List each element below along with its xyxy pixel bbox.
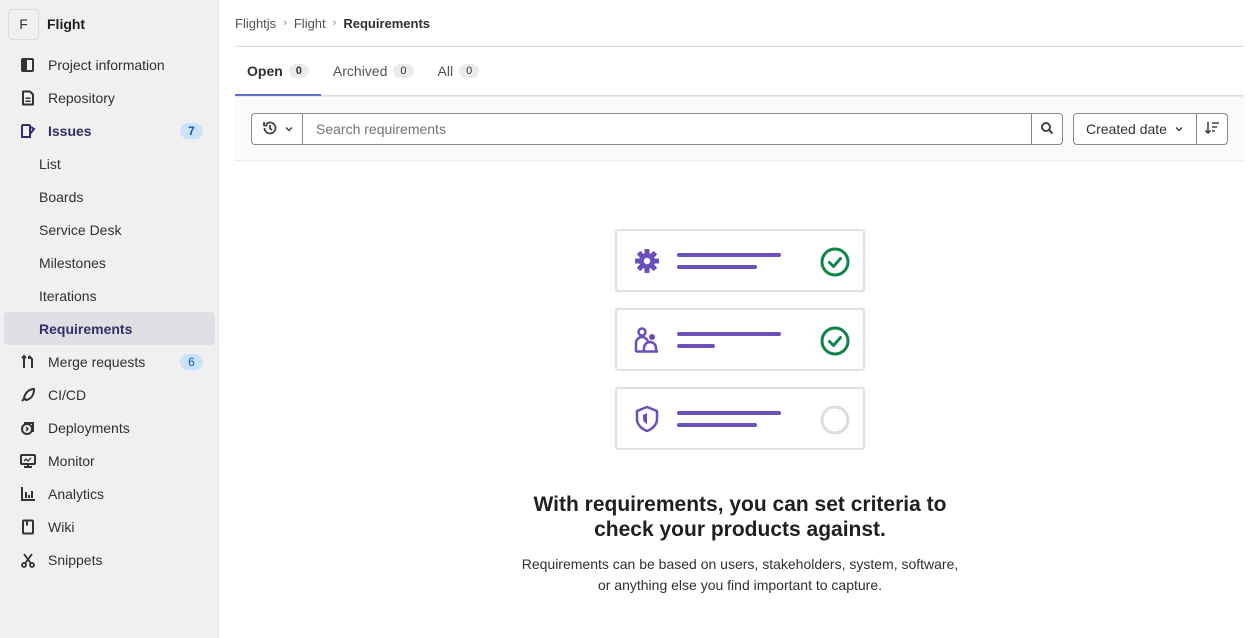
sidebar-item-list[interactable]: List bbox=[4, 147, 215, 180]
sidebar-item-label: Requirements bbox=[39, 320, 133, 337]
sidebar-item-label: Snippets bbox=[48, 551, 103, 568]
scissors-icon bbox=[20, 552, 36, 568]
users-icon bbox=[634, 327, 658, 353]
tab-count-badge: 0 bbox=[393, 63, 414, 78]
chevron-down-icon bbox=[1174, 121, 1184, 137]
sort-descending-icon bbox=[1204, 120, 1220, 139]
sidebar-item-merge-requests[interactable]: Merge requests 6 bbox=[4, 345, 215, 378]
main-content: Flightjs › Flight › Requirements Open 0 … bbox=[235, 0, 1244, 161]
sidebar-item-issues[interactable]: Issues 7 bbox=[4, 114, 215, 147]
project-icon bbox=[20, 57, 36, 73]
sidebar-item-label: Analytics bbox=[48, 485, 105, 502]
sidebar-item-service-desk[interactable]: Service Desk bbox=[4, 213, 215, 246]
sidebar-item-label: List bbox=[39, 155, 61, 172]
tab-count-badge: 0 bbox=[288, 63, 309, 78]
project-name[interactable]: Flight bbox=[47, 16, 85, 32]
sidebar: F Flight Project information Repository … bbox=[0, 0, 219, 638]
shield-icon bbox=[635, 405, 659, 433]
placeholder-line bbox=[677, 265, 757, 269]
issues-count-badge: 7 bbox=[180, 123, 203, 139]
sidebar-item-label: Issues bbox=[48, 122, 92, 139]
deployments-icon bbox=[20, 420, 36, 436]
filter-bar: Created date bbox=[235, 96, 1244, 161]
tab-all[interactable]: All 0 bbox=[426, 47, 492, 96]
empty-state-description: Requirements can be based on users, stak… bbox=[521, 556, 959, 593]
sidebar-item-label: Service Desk bbox=[39, 221, 122, 238]
tab-label: Archived bbox=[332, 62, 388, 79]
sidebar-item-label: Deployments bbox=[48, 419, 130, 436]
tab-count-badge: 0 bbox=[459, 63, 480, 78]
placeholder-line bbox=[677, 423, 757, 427]
sidebar-nav: Project information Repository Issues 7 … bbox=[0, 48, 219, 576]
illustration-card bbox=[615, 387, 865, 450]
illustration-card bbox=[615, 308, 865, 371]
illustration-card bbox=[615, 229, 865, 292]
search-input[interactable] bbox=[302, 113, 1032, 145]
tab-label: Open bbox=[247, 62, 283, 79]
tab-label: All bbox=[437, 62, 454, 79]
sidebar-item-label: CI/CD bbox=[48, 386, 87, 403]
empty-state-illustration bbox=[615, 229, 865, 466]
chevron-right-icon: › bbox=[332, 17, 337, 29]
project-avatar: F bbox=[8, 8, 39, 40]
sort-by-dropdown[interactable]: Created date bbox=[1073, 113, 1197, 145]
merge-requests-count-badge: 6 bbox=[180, 354, 203, 370]
breadcrumb-link[interactable]: Flightjs bbox=[235, 16, 276, 31]
sidebar-item-milestones[interactable]: Milestones bbox=[4, 246, 215, 279]
history-icon bbox=[262, 120, 278, 139]
book-icon bbox=[20, 519, 36, 535]
chart-icon bbox=[20, 486, 36, 502]
placeholder-line bbox=[677, 411, 781, 415]
chevron-down-icon bbox=[284, 121, 294, 137]
empty-circle-icon bbox=[820, 405, 850, 435]
sort-label: Created date bbox=[1086, 121, 1167, 137]
recent-searches-button[interactable] bbox=[251, 113, 303, 145]
sidebar-item-label: Milestones bbox=[39, 254, 106, 271]
sidebar-item-project-information[interactable]: Project information bbox=[4, 48, 215, 81]
sidebar-item-deployments[interactable]: Deployments bbox=[4, 411, 215, 444]
check-circle-icon bbox=[820, 247, 850, 277]
sidebar-item-boards[interactable]: Boards bbox=[4, 180, 215, 213]
sort-direction-button[interactable] bbox=[1196, 113, 1228, 145]
sidebar-item-monitor[interactable]: Monitor bbox=[4, 444, 215, 477]
search-button[interactable] bbox=[1031, 113, 1063, 145]
breadcrumb: Flightjs › Flight › Requirements bbox=[235, 0, 1244, 47]
sidebar-item-requirements[interactable]: Requirements bbox=[4, 312, 215, 345]
search-icon bbox=[1040, 121, 1054, 138]
sidebar-item-label: Project information bbox=[48, 56, 165, 73]
sidebar-item-label: Iterations bbox=[39, 287, 97, 304]
sidebar-item-wiki[interactable]: Wiki bbox=[4, 510, 215, 543]
monitor-icon bbox=[20, 453, 36, 469]
merge-request-icon bbox=[20, 354, 36, 370]
placeholder-line bbox=[677, 332, 781, 336]
tab-archived[interactable]: Archived 0 bbox=[321, 47, 426, 96]
check-circle-icon bbox=[820, 326, 850, 356]
breadcrumb-link[interactable]: Flight bbox=[294, 16, 326, 31]
issues-icon bbox=[20, 123, 36, 139]
sidebar-item-snippets[interactable]: Snippets bbox=[4, 543, 215, 576]
placeholder-line bbox=[677, 253, 781, 257]
sidebar-item-label: Boards bbox=[39, 188, 84, 205]
sidebar-item-ci-cd[interactable]: CI/CD bbox=[4, 378, 215, 411]
chevron-right-icon: › bbox=[283, 17, 287, 29]
sidebar-item-repository[interactable]: Repository bbox=[4, 81, 215, 114]
sidebar-item-label: Merge requests bbox=[48, 353, 146, 370]
empty-state-title: With requirements, you can set criteria … bbox=[533, 493, 947, 541]
placeholder-line bbox=[677, 344, 715, 348]
sidebar-item-iterations[interactable]: Iterations bbox=[4, 279, 215, 312]
tab-open[interactable]: Open 0 bbox=[235, 47, 321, 96]
sidebar-item-label: Repository bbox=[48, 89, 115, 106]
sidebar-item-analytics[interactable]: Analytics bbox=[4, 477, 215, 510]
document-icon bbox=[20, 90, 36, 106]
gear-icon bbox=[635, 249, 659, 273]
sidebar-item-label: Wiki bbox=[48, 518, 75, 535]
state-tabs: Open 0 Archived 0 All 0 bbox=[235, 47, 1244, 96]
rocket-icon bbox=[20, 387, 36, 403]
sidebar-item-label: Monitor bbox=[48, 452, 95, 469]
breadcrumb-current[interactable]: Requirements bbox=[343, 16, 430, 31]
project-header[interactable]: F Flight bbox=[8, 8, 85, 40]
